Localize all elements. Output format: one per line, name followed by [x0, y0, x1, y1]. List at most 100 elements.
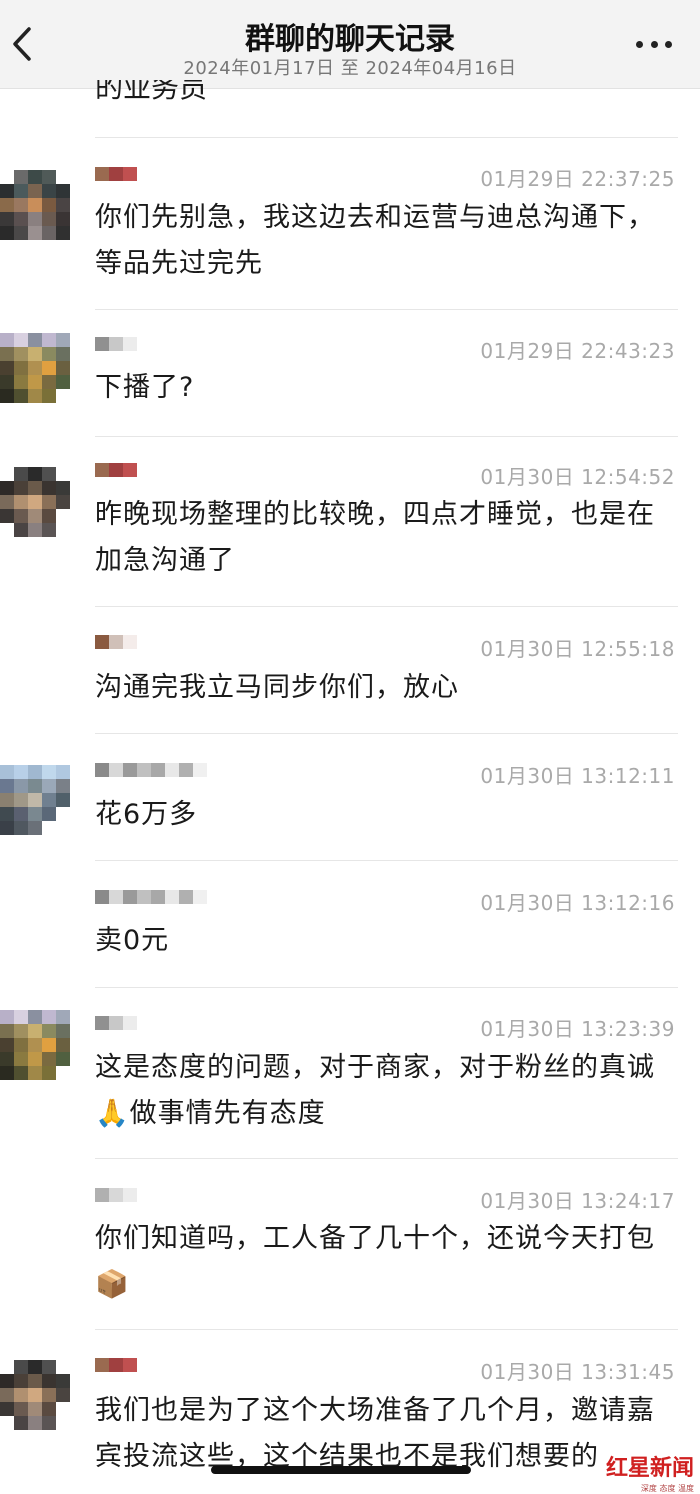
- sender-name: [95, 1011, 137, 1035]
- avatar-pixel: [0, 361, 14, 375]
- watermark: 红星新闻 深度 态度 温度: [606, 1450, 694, 1494]
- avatar-pixel: [56, 1388, 70, 1402]
- name-pixel: [95, 1358, 109, 1372]
- avatar-pixel: [14, 793, 28, 807]
- name-pixel: [123, 1358, 137, 1372]
- avatar-pixel: [14, 1388, 28, 1402]
- avatar-pixel: [56, 1038, 70, 1052]
- name-pixel: [179, 890, 193, 904]
- avatar-pixel: [56, 1010, 70, 1024]
- message-text: 下播了?: [95, 372, 195, 403]
- avatar[interactable]: [0, 333, 70, 403]
- name-pixel: [109, 337, 123, 351]
- avatar[interactable]: [0, 765, 70, 835]
- avatar-pixel: [14, 467, 28, 481]
- avatar-pixel: [14, 1360, 28, 1374]
- avatar-pixel: [0, 495, 14, 509]
- avatar-pixel: [0, 184, 14, 198]
- avatar-pixel: [42, 1360, 56, 1374]
- avatar-pixel: [42, 467, 56, 481]
- avatar-pixel: [14, 1038, 28, 1052]
- avatar-pixel: [42, 333, 56, 347]
- avatar-pixel: [42, 779, 56, 793]
- avatar-pixel: [14, 1416, 28, 1430]
- name-pixel: [151, 763, 165, 777]
- avatar-pixel: [0, 170, 14, 184]
- avatar[interactable]: [0, 467, 70, 537]
- partial-text: 的业务员: [95, 80, 208, 104]
- avatar[interactable]: [0, 170, 70, 240]
- avatar-pixel: [56, 389, 70, 403]
- name-pixel: [137, 763, 151, 777]
- home-indicator[interactable]: [211, 1466, 471, 1474]
- avatar-pixel: [28, 347, 42, 361]
- avatar-pixel: [28, 793, 42, 807]
- avatar-pixel: [0, 389, 14, 403]
- avatar-pixel: [42, 523, 56, 537]
- avatar-pixel: [14, 198, 28, 212]
- sender-name: [95, 1183, 137, 1207]
- avatar-pixel: [14, 495, 28, 509]
- ellipsis-icon: [636, 40, 643, 48]
- message-time: 01月30日 13:12:16: [480, 891, 675, 915]
- avatar-pixel: [14, 523, 28, 537]
- avatar-pixel: [14, 333, 28, 347]
- avatar-pixel: [0, 523, 14, 537]
- avatar-pixel: [0, 467, 14, 481]
- name-pixel: [193, 763, 207, 777]
- message-time: 01月30日 13:24:17: [480, 1189, 675, 1213]
- avatar-pixel: [28, 170, 42, 184]
- avatar-pixel: [42, 347, 56, 361]
- name-pixel: [109, 1016, 123, 1030]
- avatar-pixel: [56, 779, 70, 793]
- avatar-pixel: [14, 1066, 28, 1080]
- sender-name: [95, 1353, 137, 1377]
- avatar-pixel: [14, 821, 28, 835]
- name-pixel: [123, 337, 137, 351]
- message-time: 01月29日 22:43:23: [480, 339, 675, 363]
- avatar-pixel: [14, 1052, 28, 1066]
- more-button[interactable]: [636, 30, 672, 58]
- name-pixel: [95, 635, 109, 649]
- avatar-pixel: [0, 821, 14, 835]
- avatar-pixel: [56, 1416, 70, 1430]
- avatar[interactable]: [0, 1360, 70, 1430]
- divider: [95, 733, 678, 734]
- avatar-pixel: [14, 347, 28, 361]
- ellipsis-dot: [665, 40, 672, 48]
- avatar-pixel: [28, 481, 42, 495]
- avatar-pixel: [56, 361, 70, 375]
- avatar-pixel: [28, 389, 42, 403]
- nav-header: 群聊的聊天记录 2024年01月17日 至 2024年04月16日: [0, 0, 700, 89]
- avatar-pixel: [42, 1066, 56, 1080]
- message-time: 01月30日 13:31:45: [480, 1360, 675, 1384]
- avatar-pixel: [0, 509, 14, 523]
- name-pixel: [95, 167, 109, 181]
- avatar-pixel: [42, 481, 56, 495]
- avatar-pixel: [0, 1374, 14, 1388]
- avatar-pixel: [56, 807, 70, 821]
- divider: [95, 309, 678, 310]
- avatar-pixel: [56, 333, 70, 347]
- avatar-pixel: [42, 509, 56, 523]
- message-text: 卖0元: [95, 925, 170, 956]
- avatar-pixel: [42, 495, 56, 509]
- watermark-tagline: 深度 态度 温度: [640, 1484, 694, 1493]
- avatar-pixel: [28, 226, 42, 240]
- avatar-pixel: [28, 1038, 42, 1052]
- avatar-pixel: [28, 212, 42, 226]
- avatar-pixel: [42, 793, 56, 807]
- avatar-pixel: [28, 1010, 42, 1024]
- name-pixel: [193, 890, 207, 904]
- avatar[interactable]: [0, 1010, 70, 1080]
- avatar-pixel: [28, 1374, 42, 1388]
- avatar-pixel: [14, 509, 28, 523]
- avatar-pixel: [0, 1416, 14, 1430]
- avatar-pixel: [42, 1416, 56, 1430]
- avatar-pixel: [56, 212, 70, 226]
- avatar-pixel: [56, 509, 70, 523]
- avatar-pixel: [0, 1066, 14, 1080]
- message-text: 这是态度的问题，对于商家，对于粉丝的真诚🙏做事情先有态度: [95, 1052, 655, 1129]
- avatar-pixel: [28, 1360, 42, 1374]
- avatar-pixel: [28, 765, 42, 779]
